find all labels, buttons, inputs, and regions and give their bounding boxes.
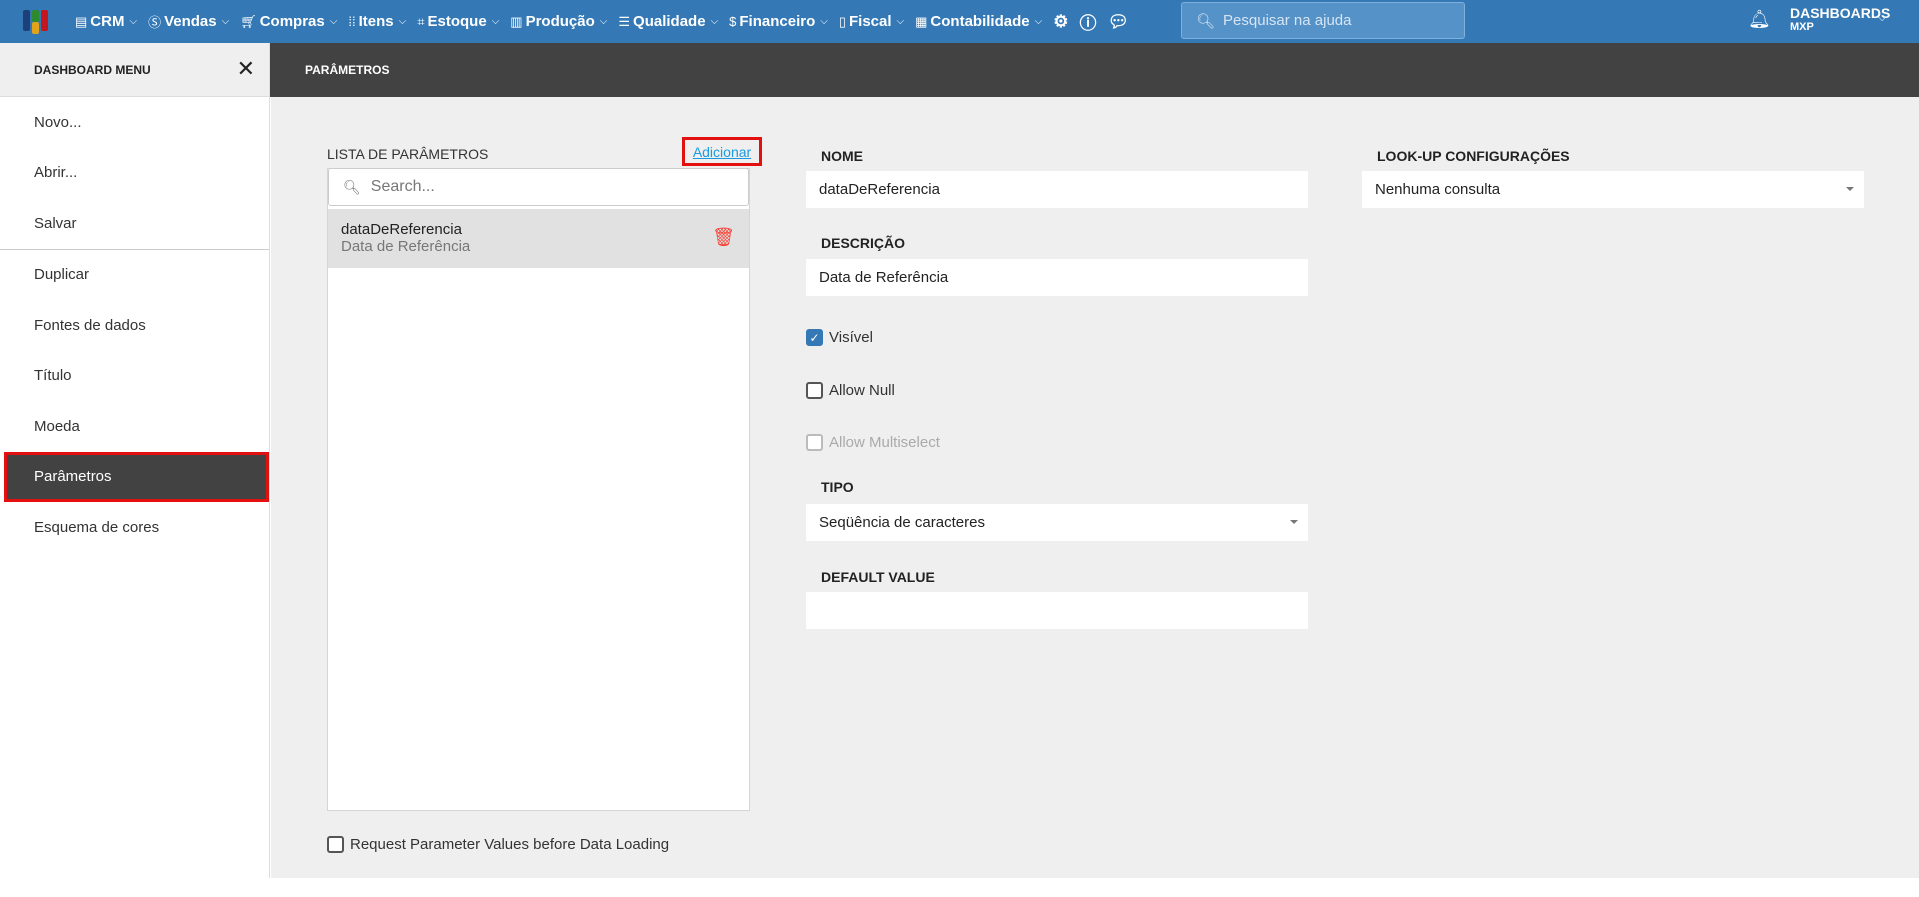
menu-financeiro[interactable]: $ Financeiro ⌵ xyxy=(729,13,828,30)
menu-estoque[interactable]: ⌗ Estoque ⌵ xyxy=(417,13,499,30)
descricao-input[interactable]: Data de Referência xyxy=(806,259,1308,296)
checklist-icon: ☰ xyxy=(618,13,631,29)
chevron-down-icon: ⌵ xyxy=(329,16,338,27)
sidebar-item-abrir[interactable]: Abrir... xyxy=(0,148,269,199)
tipo-label: TIPO xyxy=(821,479,854,495)
default-value-label: DEFAULT VALUE xyxy=(821,569,935,585)
add-parameter-link[interactable]: Adicionar xyxy=(682,137,762,166)
dashboard-menu-sidebar: DASHBOARD MENU ✕ Novo... Abrir... Salvar … xyxy=(0,43,270,878)
bell-icon[interactable]: 🔔︎ xyxy=(1748,9,1771,30)
trash-icon[interactable]: 🗑︎ xyxy=(712,227,735,248)
sidebar-item-duplicar[interactable]: Duplicar xyxy=(0,250,269,301)
app-logo[interactable] xyxy=(23,10,48,31)
chevron-down-icon: ⌵ xyxy=(710,16,719,27)
chevron-down-icon: ⌵ xyxy=(599,16,608,27)
calculator-icon: ▦ xyxy=(915,13,928,29)
top-navbar: ▤ CRM ⌵ Ⓢ Vendas ⌵ 🛒︎ Compras ⌵ ⁞⁞ Itens ⌵ ⌗ Esto… xyxy=(0,0,1919,43)
tipo-select[interactable]: Seqüência de caracteres xyxy=(806,504,1308,541)
sidebar-item-salvar[interactable]: Salvar xyxy=(0,198,269,249)
menu-qualidade[interactable]: ☰ Qualidade ⌵ xyxy=(618,13,718,30)
cart-icon: 🛒︎ xyxy=(240,13,257,29)
items-icon: ⁞⁞ xyxy=(348,14,356,29)
menu-crm[interactable]: ▤ CRM ⌵ xyxy=(75,13,137,30)
checkbox-box xyxy=(806,434,823,451)
dolly-icon: ⌗ xyxy=(417,13,425,29)
chevron-down-icon: ⌵ xyxy=(129,16,138,27)
menu-itens[interactable]: ⁞⁞ Itens ⌵ xyxy=(348,13,406,30)
page-title: PARÂMETROS xyxy=(270,43,1919,97)
sidebar-item-parametros[interactable]: Parâmetros xyxy=(4,451,269,502)
checkbox-box xyxy=(327,836,344,853)
chat-icon[interactable]: 💬︎ xyxy=(1107,12,1129,32)
sidebar-item-fontes-de-dados[interactable]: Fontes de dados xyxy=(0,300,269,351)
menu-contabilidade[interactable]: ▦ Contabilidade ⌵ xyxy=(915,13,1042,30)
nome-input[interactable]: dataDeReferencia xyxy=(806,171,1308,208)
caret-down-icon xyxy=(1846,187,1854,191)
help-icon[interactable]: ⓘ xyxy=(1079,9,1096,34)
document-icon: ▯ xyxy=(838,13,846,29)
chevron-down-icon: ⌵ xyxy=(820,16,828,27)
chevron-down-icon: ⌵ xyxy=(1034,16,1043,27)
allow-multiselect-checkbox: Allow Multiselect xyxy=(806,434,940,451)
visivel-checkbox[interactable]: ✓ Visível xyxy=(806,329,873,346)
gear-icon[interactable]: ⚙ xyxy=(1053,12,1068,32)
lookup-label: LOOK-UP CONFIGURAÇÕES xyxy=(1377,148,1570,164)
sidebar-item-novo[interactable]: Novo... xyxy=(0,97,269,148)
sidebar-header: DASHBOARD MENU ✕ xyxy=(0,43,269,97)
request-parameter-values-checkbox[interactable]: Request Parameter Values before Data Loa… xyxy=(327,836,669,853)
close-icon[interactable]: ✕ xyxy=(237,56,255,82)
lookup-select[interactable]: Nenhuma consulta xyxy=(1362,171,1864,208)
help-search-input[interactable]: 🔍︎ Pesquisar na ajuda xyxy=(1181,2,1465,39)
descricao-label: DESCRIÇÃO xyxy=(821,235,906,251)
checkbox-box xyxy=(806,382,823,399)
menu-vendas[interactable]: Ⓢ Vendas ⌵ xyxy=(148,12,229,31)
main-menu: ▤ CRM ⌵ Ⓢ Vendas ⌵ 🛒︎ Compras ⌵ ⁞⁞ Itens ⌵ ⌗ Esto… xyxy=(75,0,1129,43)
caret-down-icon xyxy=(1290,520,1298,524)
chevron-down-icon[interactable]: ⌵ xyxy=(1878,12,1886,25)
chevron-down-icon: ⌵ xyxy=(896,16,905,27)
parameter-list-title: LISTA DE PARÂMETROS xyxy=(327,146,489,162)
check-icon: ✓ xyxy=(806,329,823,346)
search-icon: 🔍︎ xyxy=(343,178,361,195)
chevron-down-icon: ⌵ xyxy=(221,16,230,27)
menu-producao[interactable]: ▥ Produção ⌵ xyxy=(510,13,607,30)
chevron-down-icon: ⌵ xyxy=(491,16,500,27)
money-bag-icon: $ xyxy=(729,14,737,29)
sidebar-item-moeda[interactable]: Moeda xyxy=(0,401,269,452)
menu-fiscal[interactable]: ▯ Fiscal ⌵ xyxy=(839,13,904,30)
chevron-down-icon: ⌵ xyxy=(398,16,407,27)
dollar-icon: Ⓢ xyxy=(148,15,162,30)
factory-icon: ▥ xyxy=(510,13,523,29)
crm-icon: ▤ xyxy=(75,13,88,29)
list-item[interactable]: dataDeReferencia Data de Referência 🗑︎ xyxy=(328,209,749,268)
allow-null-checkbox[interactable]: Allow Null xyxy=(806,382,895,399)
nome-label: NOME xyxy=(821,148,863,164)
user-menu[interactable]: DASHBOARDS MXP xyxy=(1790,6,1890,34)
search-icon: 🔍︎ xyxy=(1196,12,1216,30)
sidebar-item-titulo[interactable]: Título xyxy=(0,351,269,402)
menu-compras[interactable]: 🛒︎ Compras ⌵ xyxy=(240,13,337,30)
parameter-search-input[interactable]: 🔍︎ Search... xyxy=(328,168,749,206)
sidebar-item-esquema-de-cores[interactable]: Esquema de cores xyxy=(0,502,269,553)
default-value-input[interactable] xyxy=(806,592,1308,629)
